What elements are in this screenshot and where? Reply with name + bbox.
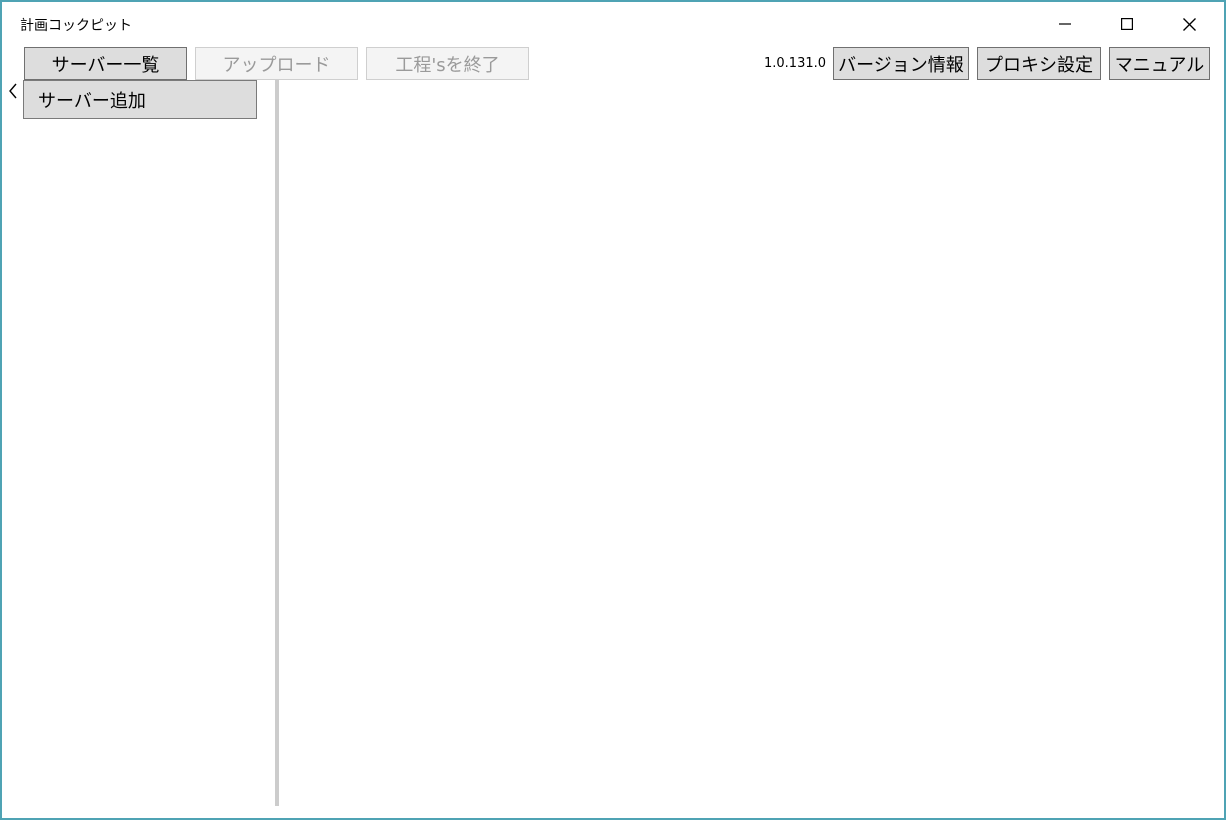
app-window: 計画コックピット サーバー一覧 アップロード 工程'sを終了 1.0.131.0…	[0, 0, 1226, 820]
manual-button[interactable]: マニュアル	[1109, 47, 1210, 80]
version-info-button[interactable]: バージョン情報	[833, 47, 969, 80]
minimize-icon	[1059, 23, 1071, 25]
server-sidebar: サーバー追加	[2, 80, 276, 806]
panel-splitter[interactable]	[275, 80, 279, 806]
close-icon	[1182, 17, 1196, 31]
maximize-button[interactable]	[1096, 2, 1158, 46]
window-title: 計画コックピット	[20, 18, 132, 34]
server-list-button[interactable]: サーバー一覧	[24, 47, 187, 80]
main-content-area	[280, 80, 1224, 816]
end-process-button[interactable]: 工程'sを終了	[366, 47, 529, 80]
close-button[interactable]	[1158, 2, 1220, 46]
title-bar[interactable]: 計画コックピット	[2, 2, 1224, 46]
maximize-icon	[1121, 18, 1133, 30]
upload-button[interactable]: アップロード	[195, 47, 358, 80]
proxy-settings-button[interactable]: プロキシ設定	[977, 47, 1101, 80]
minimize-button[interactable]	[1034, 2, 1096, 46]
add-server-button[interactable]: サーバー追加	[23, 80, 257, 119]
version-label: 1.0.131.0	[764, 56, 827, 71]
